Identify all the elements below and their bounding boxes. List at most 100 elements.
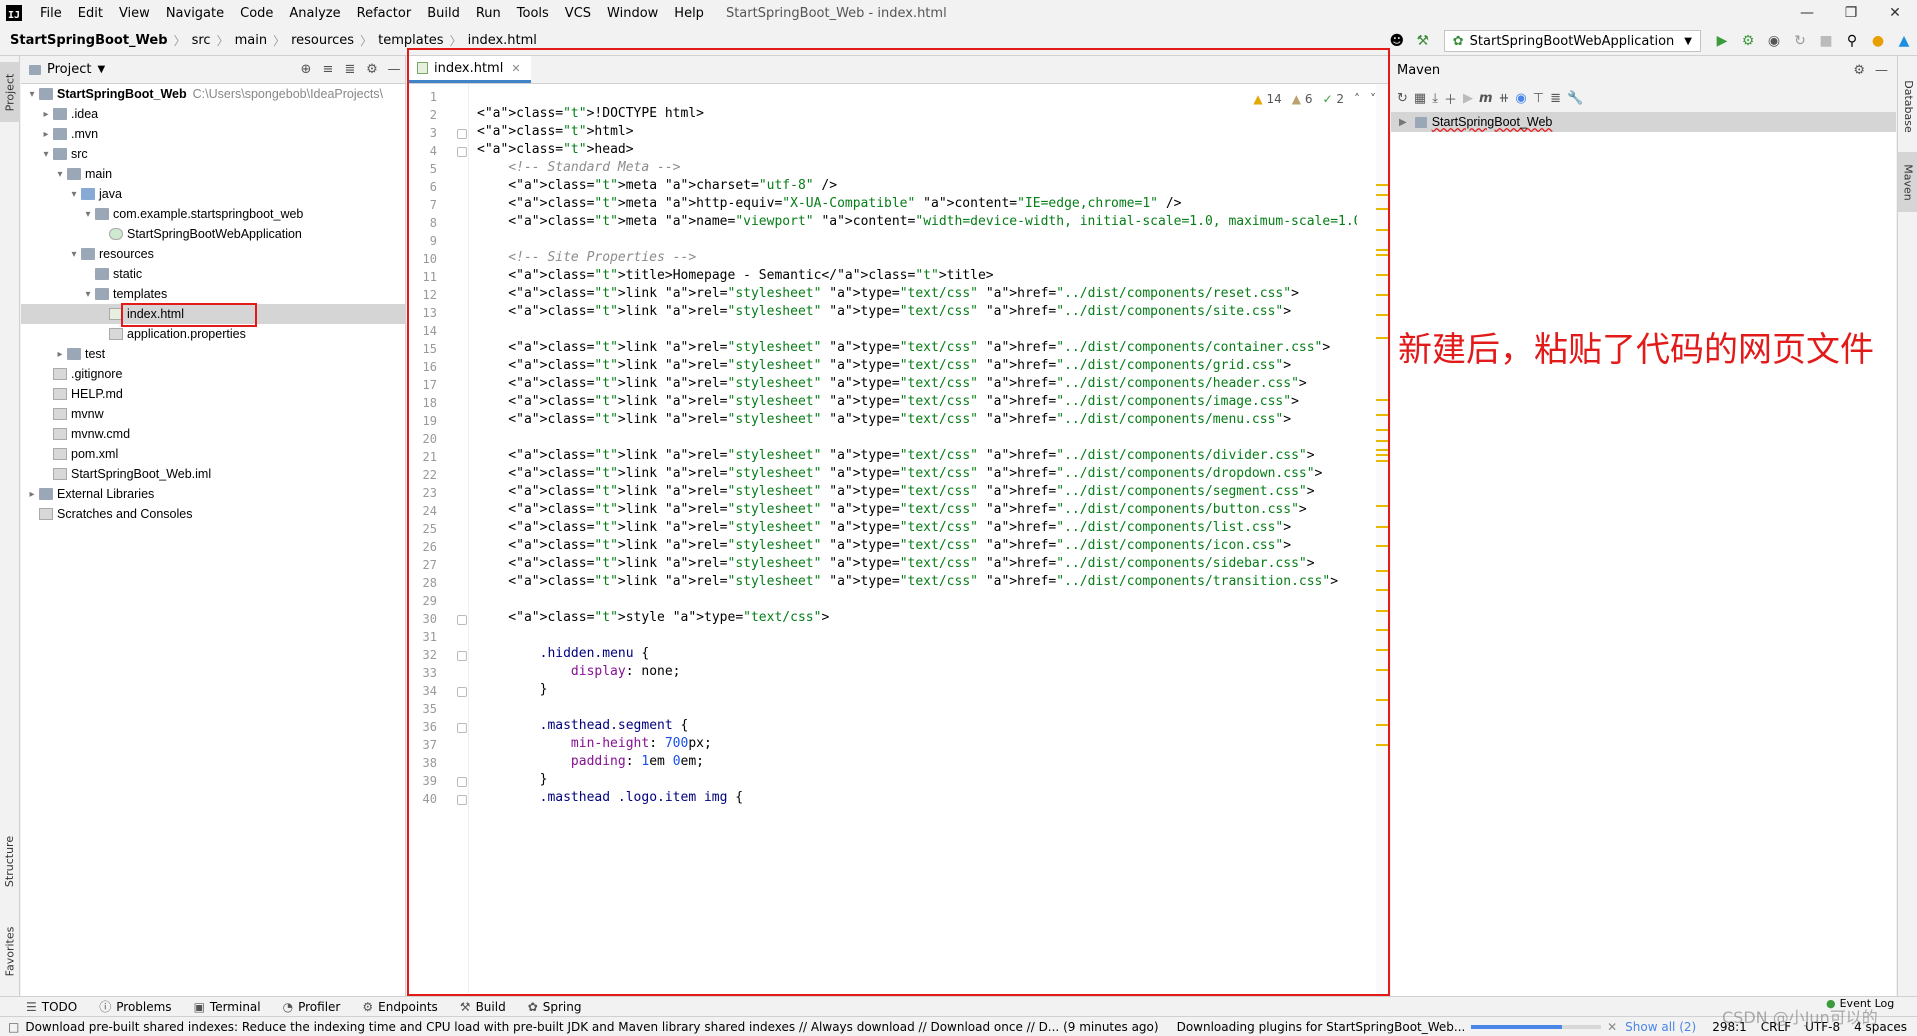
- maximize-icon[interactable]: ❐: [1829, 0, 1873, 26]
- menu-item-tools[interactable]: Tools: [509, 6, 557, 21]
- chevron-down-icon[interactable]: ▾: [67, 189, 81, 200]
- breadcrumb-item[interactable]: main: [235, 33, 267, 48]
- tree-item[interactable]: ▾ src: [21, 144, 405, 164]
- menu-item-edit[interactable]: Edit: [70, 6, 111, 21]
- chevron-right-icon[interactable]: ▸: [39, 129, 53, 140]
- menu-item-file[interactable]: File: [32, 6, 70, 21]
- run-config-select[interactable]: ✿ StartSpringBootWebApplication ▼: [1443, 30, 1701, 52]
- tree-item[interactable]: ▾ templates: [21, 284, 405, 304]
- collapse-all-icon[interactable]: ≣: [339, 62, 361, 77]
- breadcrumb-item[interactable]: templates: [378, 33, 443, 48]
- gear-icon[interactable]: ⚙: [361, 62, 383, 77]
- update-icon[interactable]: ●: [1867, 30, 1889, 52]
- chevron-down-icon[interactable]: ▾: [39, 149, 53, 160]
- tree-item[interactable]: StartSpringBoot_Web.iml: [21, 464, 405, 484]
- status-message[interactable]: Download pre-built shared indexes: Reduc…: [25, 1020, 1158, 1034]
- execute-goal-icon[interactable]: m: [1479, 91, 1493, 106]
- coverage-icon[interactable]: ◉: [1763, 30, 1785, 52]
- expand-all-icon[interactable]: ≡: [317, 62, 339, 77]
- menu-item-navigate[interactable]: Navigate: [158, 6, 232, 21]
- chevron-right-icon[interactable]: ▸: [39, 109, 53, 120]
- hide-icon[interactable]: —: [1875, 63, 1888, 78]
- reload-icon[interactable]: ↻: [1397, 91, 1408, 106]
- background-task[interactable]: Downloading plugins for StartSpringBoot_…: [1177, 1020, 1466, 1034]
- breadcrumb-item[interactable]: resources: [291, 33, 354, 48]
- tree-item[interactable]: application.properties: [21, 324, 405, 344]
- tab-favorites[interactable]: Favorites: [0, 916, 20, 986]
- tree-item[interactable]: ▾ resources: [21, 244, 405, 264]
- menu-item-code[interactable]: Code: [232, 6, 281, 21]
- stop-icon[interactable]: ■: [1815, 30, 1837, 52]
- skip-tests-icon[interactable]: ◉: [1515, 91, 1526, 106]
- chevron-down-icon[interactable]: ▾: [81, 209, 95, 220]
- menu-item-vcs[interactable]: VCS: [557, 6, 599, 21]
- show-all-link[interactable]: Show all (2): [1625, 1020, 1696, 1034]
- tab-spring[interactable]: ✿ Spring: [528, 1000, 582, 1014]
- breadcrumb-item[interactable]: StartSpringBoot_Web: [10, 33, 168, 48]
- tab-project[interactable]: Project: [0, 62, 20, 122]
- tree-item[interactable]: ▸ test: [21, 344, 405, 364]
- tab-todo[interactable]: ☰ TODO: [26, 1000, 77, 1014]
- tree-item[interactable]: ▾ StartSpringBoot_Web C:\Users\spongebob\I…: [21, 84, 405, 104]
- tree-item[interactable]: .gitignore: [21, 364, 405, 384]
- menu-item-window[interactable]: Window: [599, 6, 666, 21]
- collapse-icon[interactable]: ≣: [1550, 91, 1561, 106]
- chevron-down-icon[interactable]: ▾: [67, 249, 81, 260]
- chevron-down-icon[interactable]: ▾: [53, 169, 67, 180]
- jetbrains-icon[interactable]: ▲: [1893, 30, 1915, 52]
- locate-icon[interactable]: ⊕: [295, 62, 317, 77]
- add-icon[interactable]: ＋: [1444, 89, 1457, 108]
- tree-item[interactable]: HELP.md: [21, 384, 405, 404]
- tree-item[interactable]: mvnw.cmd: [21, 424, 405, 444]
- chevron-down-icon[interactable]: ▾: [25, 89, 39, 100]
- run-icon[interactable]: ▶: [1711, 30, 1733, 52]
- tree-item[interactable]: mvnw: [21, 404, 405, 424]
- menu-item-build[interactable]: Build: [419, 6, 468, 21]
- build-hammer-icon[interactable]: ⚒: [1412, 30, 1434, 52]
- minimize-icon[interactable]: —: [1785, 0, 1829, 26]
- menu-item-refactor[interactable]: Refactor: [349, 6, 420, 21]
- debug-icon[interactable]: ⚙: [1737, 30, 1759, 52]
- cancel-icon[interactable]: ✕: [1607, 1020, 1617, 1034]
- menu-item-analyze[interactable]: Analyze: [281, 6, 348, 21]
- menu-item-view[interactable]: View: [111, 6, 158, 21]
- chevron-down-icon[interactable]: ▾: [81, 289, 95, 300]
- breadcrumb-item[interactable]: src: [192, 33, 211, 48]
- gear-icon[interactable]: ⚙: [1853, 63, 1865, 78]
- run-icon[interactable]: ▶: [1463, 91, 1473, 106]
- tab-database[interactable]: Database: [1898, 66, 1917, 146]
- wrench-icon[interactable]: 🔧: [1567, 91, 1583, 106]
- menu-item-run[interactable]: Run: [468, 6, 509, 21]
- tree-item[interactable]: ▸ .idea: [21, 104, 405, 124]
- chevron-right-icon[interactable]: ▸: [25, 489, 39, 500]
- generate-sources-icon[interactable]: ▦: [1414, 91, 1426, 106]
- tree-item[interactable]: ▸ .mvn: [21, 124, 405, 144]
- chevron-right-icon[interactable]: ▸: [53, 349, 67, 360]
- tab-structure[interactable]: Structure: [0, 826, 20, 896]
- show-deps-icon[interactable]: ⊤: [1533, 91, 1544, 106]
- tree-item[interactable]: ▾ com.example.startspringboot_web: [21, 204, 405, 224]
- tab-terminal[interactable]: ▣ Terminal: [194, 1000, 261, 1014]
- search-icon[interactable]: ⚲: [1841, 30, 1863, 52]
- hide-icon[interactable]: —: [383, 62, 405, 77]
- tree-item[interactable]: Scratches and Consoles: [21, 504, 405, 524]
- tab-problems[interactable]: ⓘ Problems: [99, 998, 171, 1015]
- tab-endpoints[interactable]: ⚙ Endpoints: [362, 1000, 437, 1014]
- menu-item-help[interactable]: Help: [666, 6, 712, 21]
- project-header-label[interactable]: Project: [47, 62, 91, 77]
- tree-item[interactable]: ▾ java: [21, 184, 405, 204]
- tree-item[interactable]: StartSpringBootWebApplication: [21, 224, 405, 244]
- profile-icon[interactable]: ↻: [1789, 30, 1811, 52]
- toggle-offline-icon[interactable]: ⧺: [1499, 91, 1510, 106]
- tree-item[interactable]: ▾ main: [21, 164, 405, 184]
- tree-item[interactable]: static: [21, 264, 405, 284]
- breadcrumb-item[interactable]: index.html: [468, 33, 537, 48]
- tab-maven[interactable]: Maven: [1898, 152, 1917, 212]
- tree-item[interactable]: ▸ External Libraries: [21, 484, 405, 504]
- tree-item[interactable]: pom.xml: [21, 444, 405, 464]
- close-icon[interactable]: ✕: [1873, 0, 1917, 26]
- chevron-down-icon[interactable]: ▼: [97, 64, 105, 75]
- tab-build[interactable]: ⚒ Build: [460, 1000, 506, 1014]
- download-icon[interactable]: ⤓: [1432, 91, 1438, 106]
- maven-project-node[interactable]: ▶ StartSpringBoot_Web: [1391, 112, 1896, 132]
